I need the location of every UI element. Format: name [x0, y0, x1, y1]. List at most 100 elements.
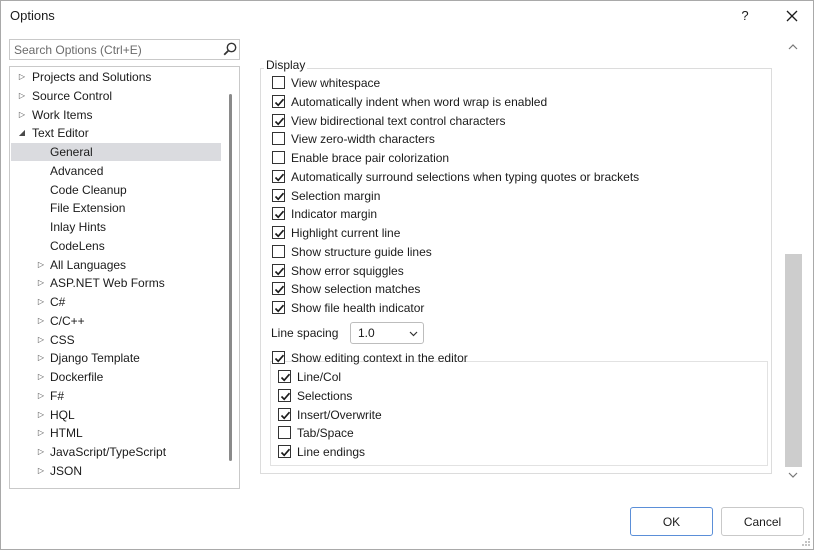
vertical-scrollbar-thumb[interactable]: [785, 254, 802, 467]
close-button[interactable]: [778, 5, 806, 27]
collapsed-triangle-icon[interactable]: ▷: [36, 349, 46, 367]
checkmark-icon: [274, 173, 285, 182]
checkbox-label: Line/Col: [297, 370, 342, 384]
checkbox[interactable]: [272, 263, 285, 277]
tree-item[interactable]: ▷ Work Items: [11, 106, 221, 124]
tree-item[interactable]: ▷ F#: [11, 387, 221, 405]
line-spacing-select[interactable]: 1.0: [350, 322, 424, 344]
collapsed-triangle-icon[interactable]: ▷: [36, 462, 46, 480]
checkmark-icon: [274, 354, 285, 363]
collapsed-triangle-icon[interactable]: ▷: [17, 87, 27, 105]
collapsed-triangle-icon[interactable]: ▷: [17, 68, 27, 86]
checkbox[interactable]: [278, 388, 291, 402]
checkbox[interactable]: [272, 282, 285, 296]
checkmark-icon: [274, 192, 285, 201]
search-input[interactable]: [10, 40, 215, 59]
checkbox[interactable]: [272, 169, 285, 183]
checkbox-label: Enable brace pair colorization: [291, 151, 450, 165]
options-tree: ▷ Projects and Solutions ▷ Source Control ▷ W…: [9, 66, 240, 489]
tree-item-label: All Languages: [50, 257, 127, 272]
collapsed-triangle-icon[interactable]: ▷: [36, 312, 46, 330]
tree-item[interactable]: ▷ ASP.NET Web Forms: [11, 274, 221, 292]
collapsed-triangle-icon[interactable]: ▷: [36, 424, 46, 442]
tree-item-label: General: [50, 145, 93, 159]
tree-item[interactable]: ▷ Django Template: [11, 349, 221, 367]
checkbox-label: Show selection matches: [291, 282, 421, 297]
checkbox[interactable]: [272, 244, 285, 258]
search-icon[interactable]: [223, 42, 237, 56]
checkbox[interactable]: [272, 132, 285, 146]
tree-item-label: JavaScript/TypeScript: [50, 445, 167, 459]
checkbox[interactable]: [278, 445, 291, 458]
scroll-up-icon[interactable]: [788, 43, 798, 51]
checkbox-label: Insert/Overwrite: [297, 407, 382, 422]
checkbox-label: Tab/Space: [297, 426, 354, 441]
collapsed-triangle-icon[interactable]: ▷: [36, 274, 46, 292]
checkbox[interactable]: [272, 76, 285, 89]
checkbox-label: Indicator margin: [291, 207, 378, 222]
collapsed-triangle-icon[interactable]: ▷: [36, 387, 46, 405]
checkmark-icon: [280, 373, 291, 382]
collapsed-triangle-icon[interactable]: ▷: [36, 406, 46, 424]
checkbox[interactable]: [272, 351, 285, 364]
checkmark-icon: [280, 392, 291, 401]
checkbox[interactable]: [272, 226, 285, 239]
cancel-button[interactable]: Cancel: [721, 507, 804, 536]
tree-item[interactable]: Inlay Hints: [11, 218, 221, 236]
checkbox-label: Show error squiggles: [291, 263, 404, 278]
checkbox-label: Selection margin: [291, 188, 381, 203]
line-spacing-value: 1.0: [358, 326, 375, 340]
checkbox[interactable]: [272, 301, 285, 314]
checkbox[interactable]: [278, 426, 291, 440]
tree-item[interactable]: ▷ Dockerfile: [11, 368, 221, 386]
checkbox-label: Automatically indent when word wrap is e…: [291, 94, 548, 109]
collapsed-triangle-icon[interactable]: ▷: [36, 293, 46, 311]
tree-item[interactable]: File Extension: [11, 199, 221, 217]
tree-item[interactable]: ▷ JSON: [11, 462, 221, 480]
collapsed-triangle-icon[interactable]: ▷: [17, 106, 27, 124]
tree-scrollbar[interactable]: [229, 94, 232, 461]
resize-grip-icon[interactable]: [801, 537, 811, 547]
help-button[interactable]: ?: [735, 5, 755, 27]
tree-item[interactable]: ▷ Source Control: [11, 87, 221, 105]
tree-item-label: CodeLens: [50, 238, 105, 253]
tree-item[interactable]: ▷ All Languages: [11, 256, 221, 274]
checkmark-icon: [274, 229, 285, 238]
checkmark-icon: [274, 304, 285, 313]
tree-item[interactable]: General: [11, 143, 221, 161]
checkbox[interactable]: [272, 94, 285, 108]
checkbox[interactable]: [272, 207, 285, 221]
tree-item[interactable]: ◢ Text Editor: [11, 124, 221, 142]
checkbox[interactable]: [272, 151, 285, 164]
checkmark-icon: [274, 267, 285, 276]
tree-item[interactable]: Advanced: [11, 162, 221, 180]
tree-item-label: Source Control: [32, 88, 113, 103]
checkbox[interactable]: [272, 113, 285, 127]
tree-item[interactable]: Code Cleanup: [11, 181, 221, 199]
tree-item[interactable]: ▷ JavaScript/TypeScript: [11, 443, 221, 461]
tree-item[interactable]: ▷ CSS: [11, 331, 221, 349]
checkbox[interactable]: [278, 407, 291, 421]
tree-item[interactable]: ▷ C/C++: [11, 312, 221, 330]
checkmark-icon: [280, 448, 291, 457]
checkbox[interactable]: [272, 188, 285, 202]
tree-item-label: Advanced: [50, 163, 104, 178]
checkbox[interactable]: [278, 370, 291, 383]
checkmark-icon: [280, 411, 291, 420]
collapsed-triangle-icon[interactable]: ▷: [36, 443, 46, 461]
scroll-down-icon[interactable]: [788, 471, 798, 479]
collapsed-triangle-icon[interactable]: ▷: [36, 256, 46, 274]
tree-item-label: Projects and Solutions: [32, 70, 152, 84]
tree-item[interactable]: ▷ HTML: [11, 424, 221, 442]
collapsed-triangle-icon[interactable]: ▷: [36, 331, 46, 349]
tree-item[interactable]: ▷ HQL: [11, 406, 221, 424]
checkbox-label: Line endings: [297, 445, 366, 459]
collapsed-triangle-icon[interactable]: ▷: [36, 368, 46, 386]
checkbox-label: Show structure guide lines: [291, 244, 432, 259]
ok-button[interactable]: OK: [630, 507, 713, 536]
tree-item[interactable]: ▷ C#: [11, 293, 221, 311]
tree-item[interactable]: CodeLens: [11, 237, 221, 255]
checkbox-label: Selections: [297, 388, 353, 403]
tree-item[interactable]: ▷ Projects and Solutions: [11, 68, 221, 86]
expanded-triangle-icon[interactable]: ◢: [17, 124, 27, 142]
